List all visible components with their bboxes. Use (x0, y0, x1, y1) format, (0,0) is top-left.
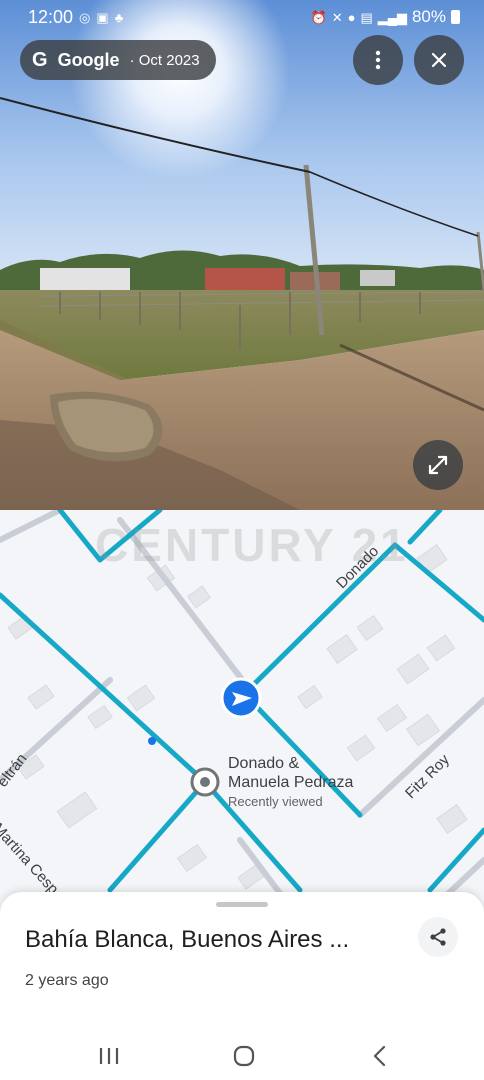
status-bar: 12:00 ◎ ▣ ♣ ⏰ ✕ ● ▤ ▂▄▆ 80% (0, 0, 484, 34)
more-options-button[interactable] (353, 35, 403, 85)
drag-handle[interactable] (216, 902, 268, 907)
imagery-date: · Oct 2023 (129, 51, 200, 69)
close-button[interactable] (414, 35, 464, 85)
gallery-icon: ▣ (96, 9, 109, 25)
expand-icon (428, 455, 448, 475)
place-age: 2 years ago (25, 972, 109, 989)
share-icon (430, 928, 446, 946)
alarm-icon: ⏰ (310, 9, 327, 25)
battery-percentage: 80% (411, 7, 446, 26)
volte-icon: ▤ (360, 9, 373, 25)
location-icon: ● (347, 9, 356, 25)
system-nav-bar (0, 1032, 484, 1080)
google-logo-icon: G (32, 48, 48, 71)
recents-icon (99, 1048, 119, 1064)
notification-icon: ♣ (114, 9, 124, 25)
place-subtitle: Recently viewed (228, 794, 323, 809)
imagery-source-chip[interactable]: G Google · Oct 2023 (20, 40, 216, 80)
close-icon (431, 52, 447, 68)
street-view-photo[interactable]: 12:00 ◎ ▣ ♣ ⏰ ✕ ● ▤ ▂▄▆ 80% G Google · O… (0, 0, 484, 510)
status-time: 12:00 (28, 6, 74, 27)
place-bottom-sheet[interactable]: Bahía Blanca, Buenos Aires ... 2 years a… (0, 892, 484, 1032)
home-icon (233, 1045, 255, 1067)
mute-icon: ✕ (331, 9, 343, 25)
back-button[interactable] (355, 1038, 405, 1074)
home-button[interactable] (219, 1038, 269, 1074)
place-label[interactable]: Donado & Manuela Pedraza Recently viewed (228, 754, 353, 811)
recents-button[interactable] (84, 1038, 134, 1074)
imagery-source: Google (57, 49, 120, 70)
expand-button[interactable] (413, 440, 463, 490)
map-view[interactable]: CENTURY 21 Donado Fitz Roy eltrán Martin… (0, 510, 484, 920)
back-icon (373, 1045, 386, 1067)
place-title: Bahía Blanca, Buenos Aires ... (25, 926, 350, 953)
place-name-line2: Manuela Pedraza (228, 774, 354, 791)
place-name-line1: Donado & (228, 755, 300, 772)
share-button[interactable] (418, 917, 458, 957)
whatsapp-icon: ◎ (79, 9, 91, 25)
more-vert-icon (375, 50, 381, 70)
signal-icon: ▂▄▆ (377, 9, 407, 25)
battery-icon (451, 10, 460, 24)
